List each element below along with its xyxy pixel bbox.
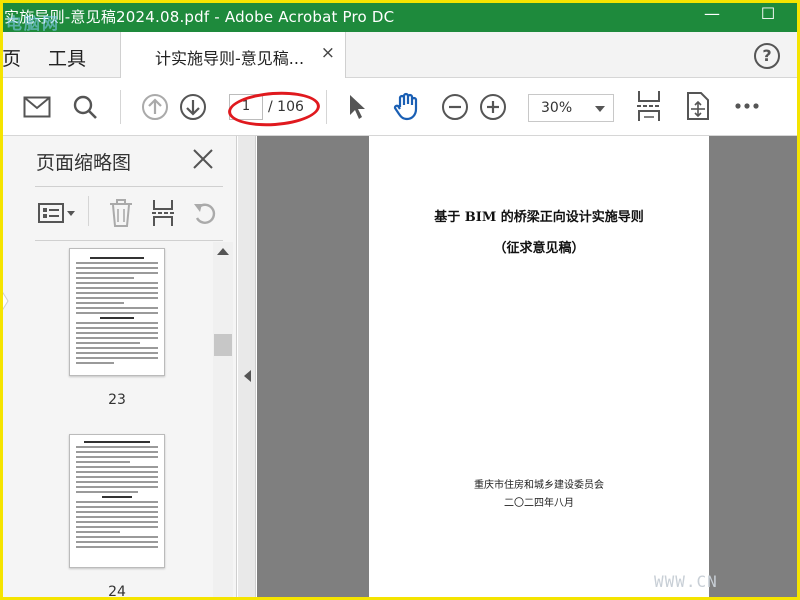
tab-home[interactable]: 页 xyxy=(2,44,21,71)
rotate-icon[interactable] xyxy=(190,198,220,228)
document-title: 基于 BIM 的桥梁正向设计实施导则 xyxy=(434,210,644,225)
pdf-page: 基于 BIM 的桥梁正向设计实施导则 （征求意见稿） 重庆市住房和城乡建设委员会… xyxy=(369,136,709,600)
search-icon[interactable] xyxy=(70,92,100,122)
scroll-up-icon[interactable] xyxy=(217,248,229,255)
minimize-button[interactable]: — xyxy=(692,4,732,26)
close-icon[interactable]: × xyxy=(321,43,335,63)
panel-collapse-handle[interactable] xyxy=(238,136,256,600)
rotate-view-icon[interactable] xyxy=(684,90,712,122)
window-title: 实施导则-意见稿2024.08.pdf - Adobe Acrobat Pro … xyxy=(4,8,395,26)
tab-tools[interactable]: 工具 xyxy=(48,44,86,71)
zoom-select[interactable]: 30% xyxy=(528,94,614,122)
scrollbar-thumb[interactable] xyxy=(214,334,232,356)
tab-bar: 页 工具 计实施导则-意见稿... × xyxy=(0,32,800,78)
thumbnail-label: 23 xyxy=(108,392,126,408)
trash-icon[interactable] xyxy=(106,198,136,228)
next-page-icon[interactable] xyxy=(178,92,208,122)
tab-document[interactable]: 计实施导则-意见稿... × xyxy=(120,32,346,78)
toolbar-separator xyxy=(88,196,89,226)
panel-divider xyxy=(35,240,223,241)
thumbnail-label: 24 xyxy=(108,584,126,600)
thumbnail-scrollbar[interactable] xyxy=(213,242,233,600)
chevron-down-icon xyxy=(595,106,605,112)
document-view[interactable]: 基于 BIM 的桥梁正向设计实施导则 （征求意见稿） 重庆市住房和城乡建设委员会… xyxy=(257,136,800,600)
panel-title: 页面缩略图 xyxy=(36,152,132,174)
toolbar-separator xyxy=(120,90,121,124)
document-issuer: 重庆市住房和城乡建设委员会 xyxy=(474,480,604,491)
thumbnail-page-23[interactable] xyxy=(69,248,165,376)
maximize-button[interactable]: ☐ xyxy=(748,4,788,26)
prev-page-icon[interactable] xyxy=(140,92,170,122)
select-pointer-icon[interactable] xyxy=(344,92,370,122)
zoom-value: 30% xyxy=(541,100,573,116)
hand-tool-icon[interactable] xyxy=(390,90,422,122)
zoom-out-icon[interactable] xyxy=(440,92,470,122)
help-button[interactable]: ? xyxy=(754,43,780,69)
fit-page-icon[interactable] xyxy=(634,88,664,124)
tab-document-label: 计实施导则-意见稿... xyxy=(155,49,305,68)
thumbnail-page-24[interactable] xyxy=(69,434,165,568)
panel-pointer-icon xyxy=(0,287,9,315)
split-page-icon[interactable] xyxy=(148,198,178,228)
close-icon[interactable] xyxy=(192,148,214,170)
toolbar-separator xyxy=(326,90,327,124)
title-bar: 实施导则-意见稿2024.08.pdf - Adobe Acrobat Pro … xyxy=(0,0,800,33)
mail-icon[interactable] xyxy=(22,92,52,122)
document-subtitle: （征求意见稿） xyxy=(493,241,585,256)
footer-watermark: WWW.CN xyxy=(654,572,718,591)
zoom-in-icon[interactable] xyxy=(478,92,508,122)
document-date: 二〇二四年八月 xyxy=(504,498,574,509)
thumbnail-list: 23 24 xyxy=(35,242,211,600)
more-icon[interactable] xyxy=(732,94,762,118)
panel-divider xyxy=(35,186,223,187)
toolbar: 1 / 106 30% xyxy=(0,78,800,136)
thumbnail-panel: 页面缩略图 23 24 xyxy=(0,136,237,600)
thumbnail-options-icon[interactable] xyxy=(38,198,76,228)
chevron-left-icon xyxy=(244,370,251,382)
